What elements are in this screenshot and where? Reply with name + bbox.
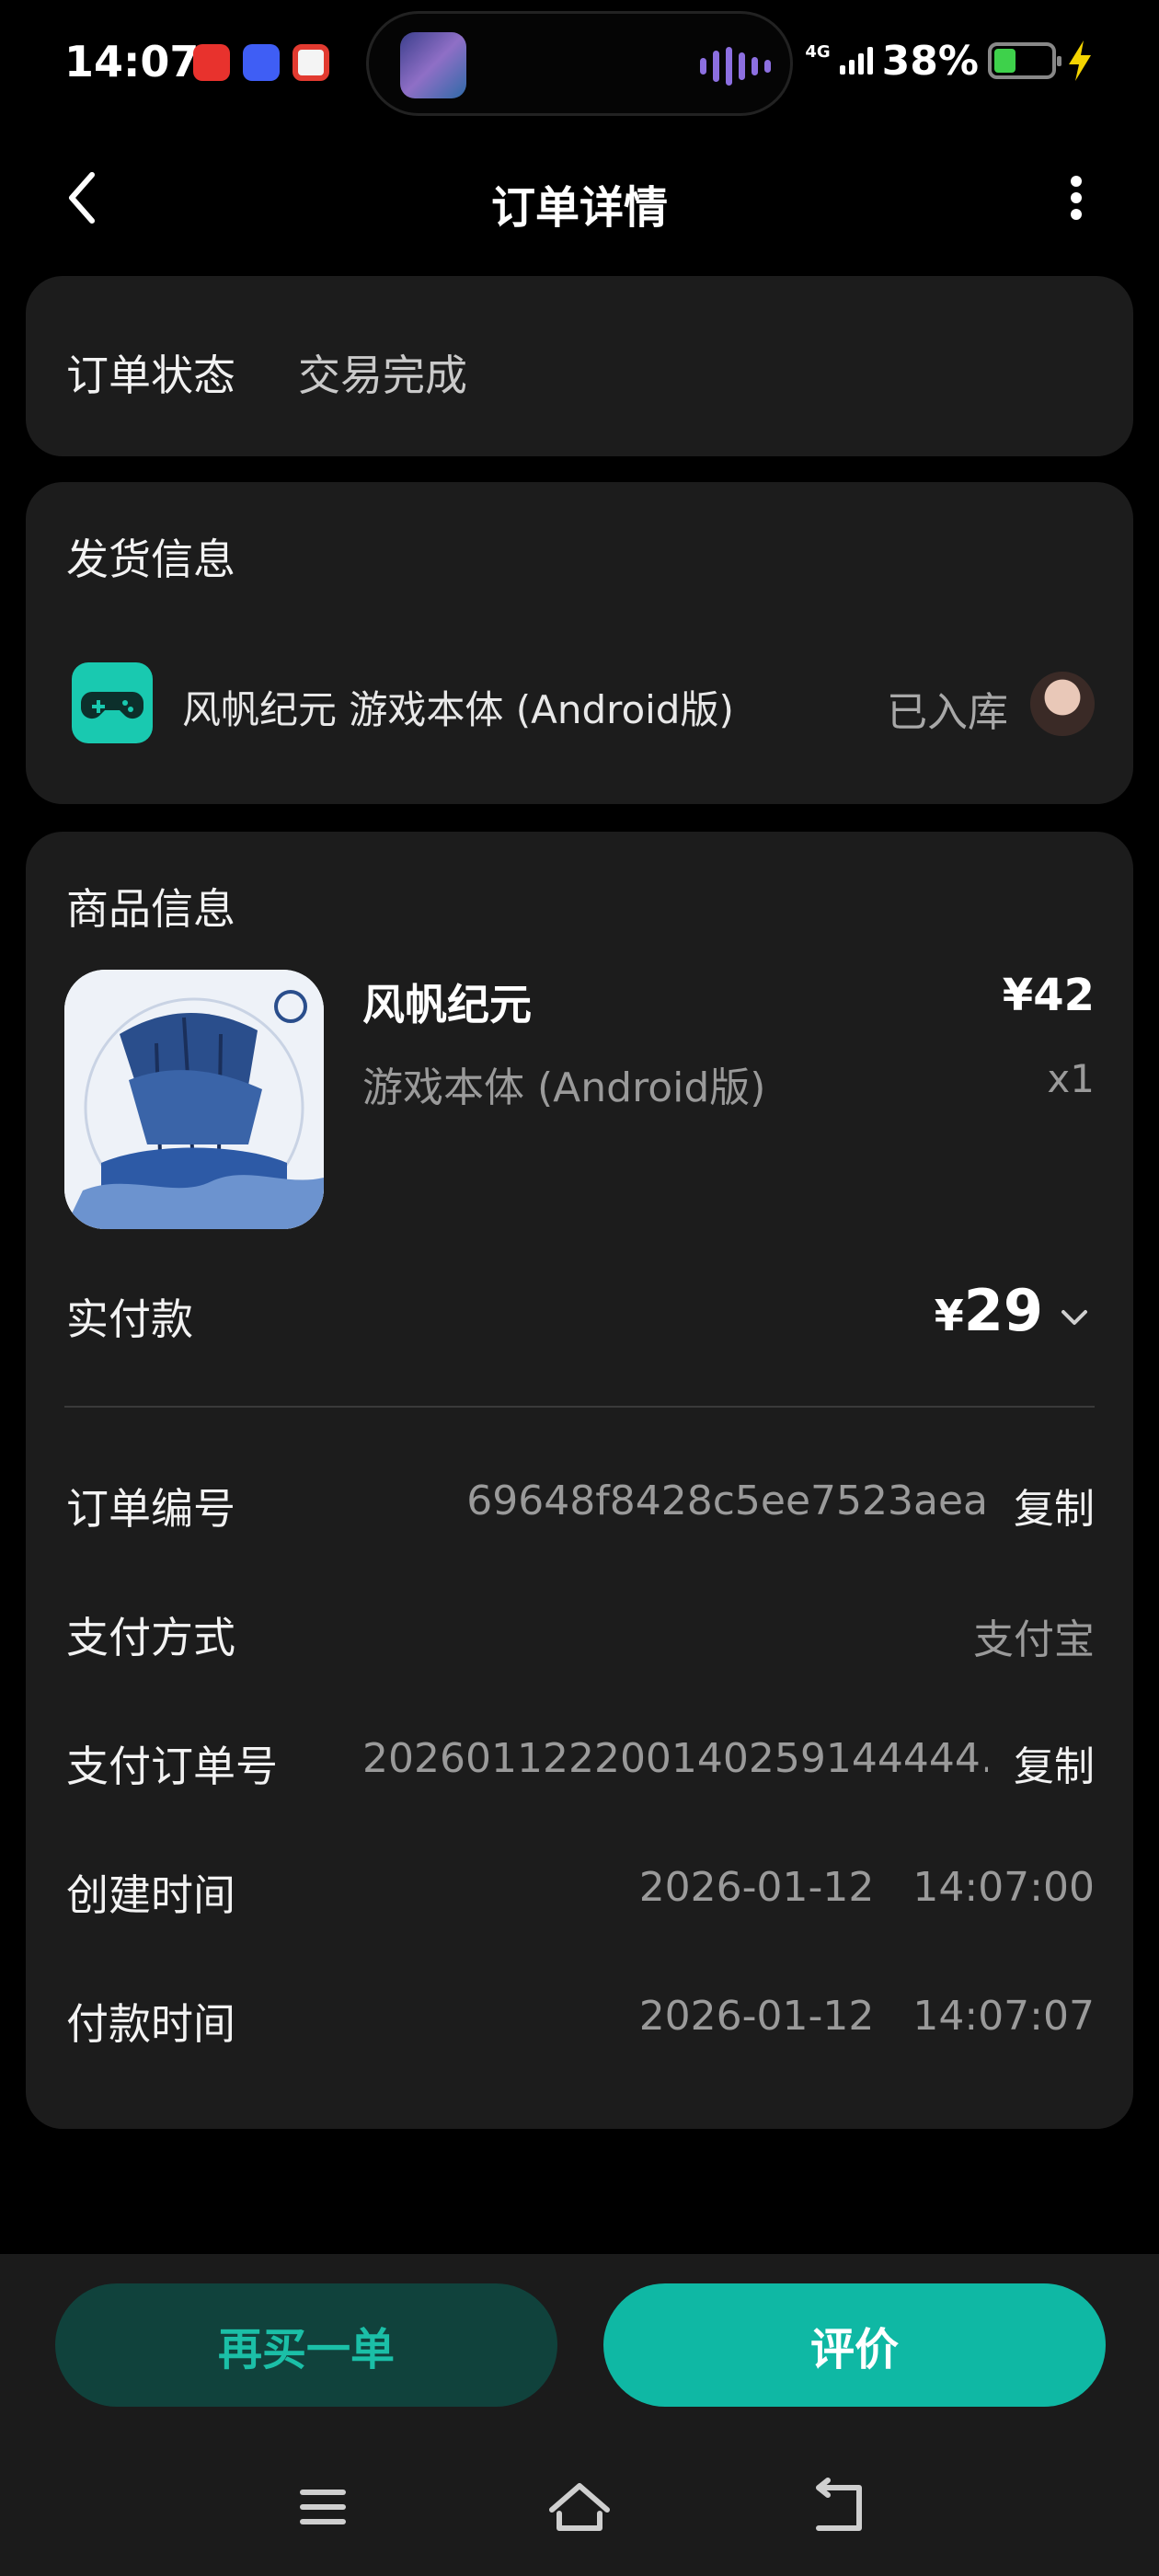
goods-info-card: 商品信息 风帆纪元 游戏本体 (Android版) ¥42 x1 实付款 ¥29… bbox=[26, 832, 1133, 2129]
more-options-icon[interactable] bbox=[1049, 166, 1104, 230]
pay-order-number-label: 支付订单号 bbox=[66, 1742, 278, 1791]
avatar bbox=[1030, 672, 1095, 736]
paid-time-value: 2026-01-12 14:07:07 bbox=[639, 1993, 1095, 2040]
audio-wave-icon bbox=[700, 47, 771, 86]
order-status-card: 订单状态 交易完成 bbox=[26, 276, 1133, 456]
created-date: 2026-01-12 bbox=[638, 1864, 875, 1911]
notification-app-icon bbox=[193, 44, 230, 81]
shipping-state: 已入库 bbox=[887, 689, 1008, 736]
goods-section-title: 商品信息 bbox=[66, 884, 235, 934]
goods-spec: 游戏本体 (Android版) bbox=[362, 1064, 766, 1111]
goods-price: ¥42 bbox=[1002, 970, 1095, 1021]
order-status-label: 订单状态 bbox=[66, 351, 235, 400]
app-header: 订单详情 bbox=[0, 138, 1159, 258]
battery-icon bbox=[988, 42, 1061, 79]
shipping-item-name: 风帆纪元 游戏本体 (Android版) bbox=[182, 687, 734, 732]
goods-name: 风帆纪元 bbox=[362, 980, 532, 1029]
rebuy-button[interactable]: 再买一单 bbox=[55, 2283, 557, 2407]
copy-order-number-button[interactable]: 复制 bbox=[1014, 1476, 1095, 1535]
order-number-value: 69648f8428c5ee7523aea bbox=[466, 1478, 988, 1524]
notification-app-icon bbox=[293, 44, 329, 81]
paid-amount-value: 29 bbox=[963, 1277, 1043, 1344]
back-nav-icon[interactable] bbox=[800, 2475, 874, 2539]
paid-date: 2026-01-12 bbox=[638, 1993, 875, 2040]
copy-pay-order-number-button[interactable]: 复制 bbox=[1014, 1733, 1095, 1792]
chevron-down-icon[interactable] bbox=[1056, 1299, 1093, 1336]
gamepad-icon bbox=[72, 662, 153, 743]
paid-currency: ¥ bbox=[934, 1291, 964, 1340]
review-button[interactable]: 评价 bbox=[603, 2283, 1106, 2407]
order-number-label: 订单编号 bbox=[66, 1484, 235, 1534]
created-time: 14:07:00 bbox=[912, 1864, 1095, 1911]
charging-icon bbox=[1069, 40, 1091, 81]
status-time: 14:07 bbox=[64, 37, 200, 86]
media-thumbnail bbox=[400, 32, 466, 98]
bottom-action-bar: 再买一单 评价 bbox=[0, 2254, 1159, 2576]
pay-method-label: 支付方式 bbox=[66, 1613, 235, 1662]
page-title: 订单详情 bbox=[490, 182, 668, 234]
paid-label: 实付款 bbox=[66, 1294, 193, 1344]
created-time-value: 2026-01-12 14:07:00 bbox=[639, 1864, 1095, 1911]
notification-app-icon bbox=[243, 44, 280, 81]
menu-icon[interactable] bbox=[285, 2475, 359, 2539]
status-bar: 14:07 4G 38% bbox=[0, 0, 1159, 129]
home-icon[interactable] bbox=[543, 2475, 616, 2539]
divider bbox=[64, 1406, 1095, 1408]
paid-time: 14:07:07 bbox=[912, 1993, 1095, 2040]
battery-percent: 38% bbox=[881, 37, 979, 85]
shipping-section-title: 发货信息 bbox=[66, 535, 235, 584]
created-time-label: 创建时间 bbox=[66, 1870, 235, 1920]
paid-amount[interactable]: ¥29 bbox=[935, 1277, 1043, 1344]
order-status-value: 交易完成 bbox=[298, 351, 467, 400]
signal-icon bbox=[839, 47, 873, 75]
network-type: 4G bbox=[805, 41, 831, 62]
pay-order-number-value: 202601122200140259144444… bbox=[362, 1735, 988, 1782]
pay-method-value: 支付宝 bbox=[973, 1616, 1095, 1663]
status-indicators: 4G 38% bbox=[805, 37, 1095, 85]
paid-time-label: 付款时间 bbox=[66, 1999, 235, 2049]
game-cover-image[interactable] bbox=[64, 970, 324, 1229]
goods-quantity: x1 bbox=[1047, 1056, 1095, 1101]
shipping-info-card: 发货信息 风帆纪元 游戏本体 (Android版) 已入库 bbox=[26, 482, 1133, 804]
dynamic-island[interactable] bbox=[366, 11, 793, 116]
